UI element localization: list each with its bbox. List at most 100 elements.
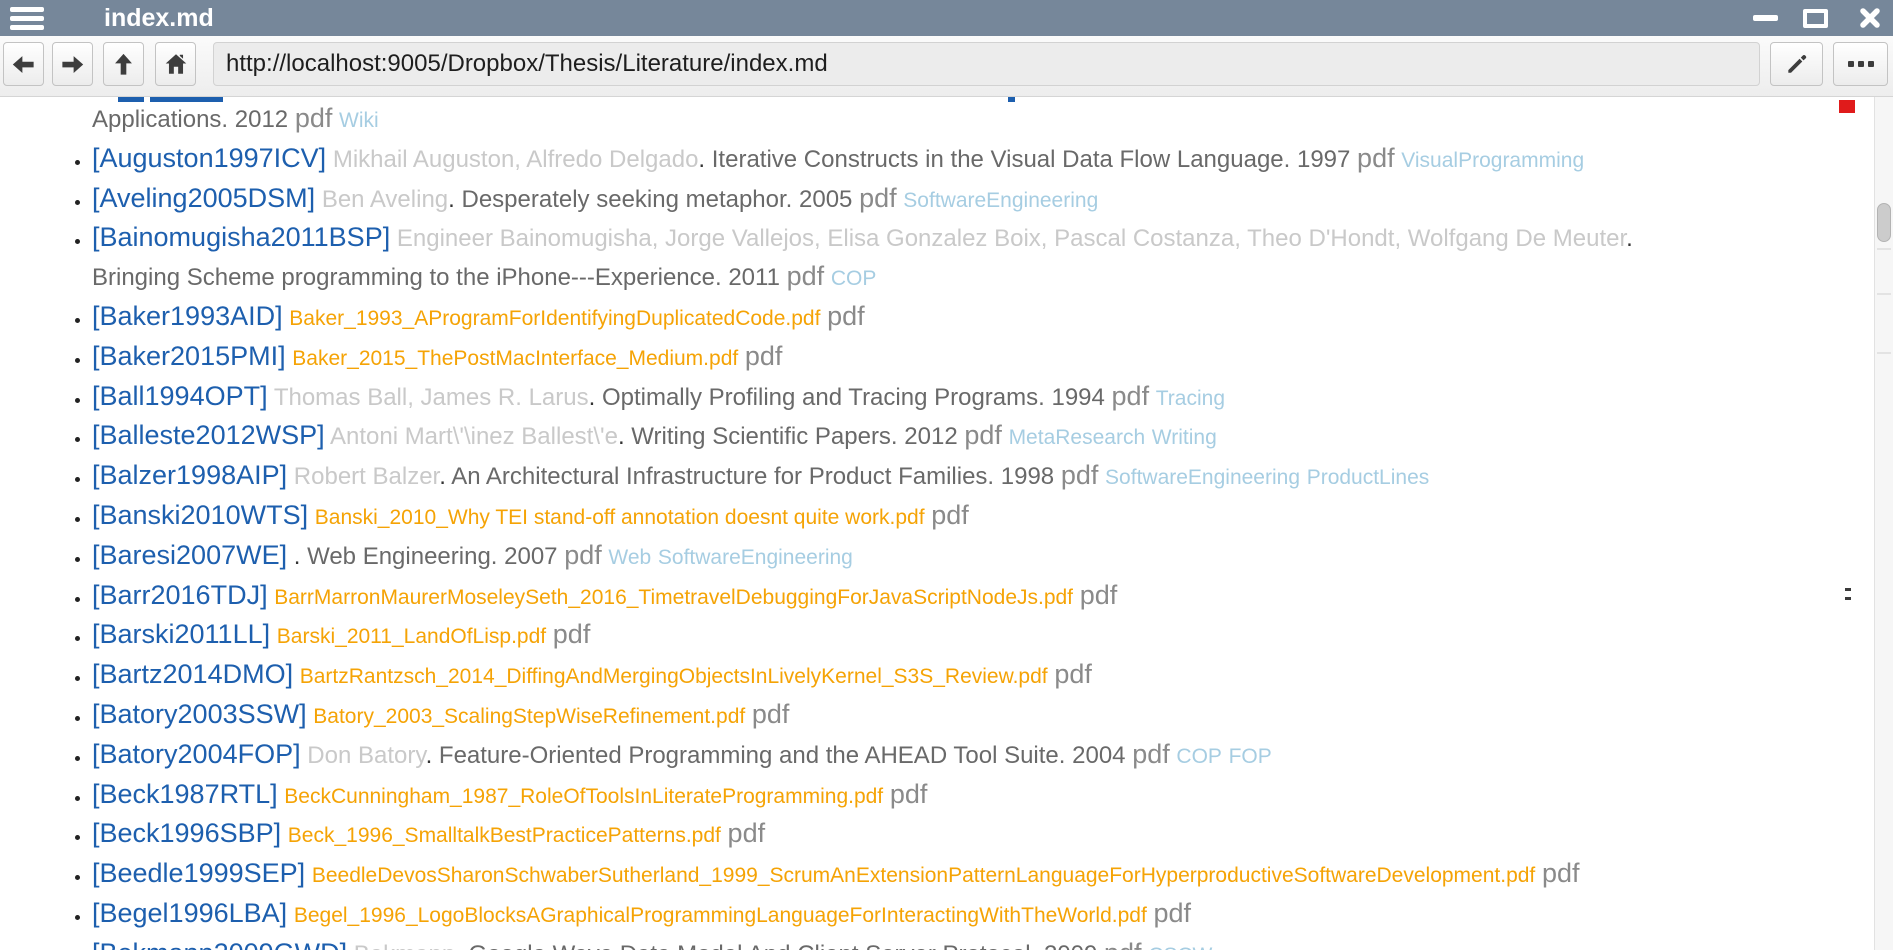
citation-key-link[interactable]: [Batory2003SSW] bbox=[92, 699, 307, 729]
tag-link[interactable]: Wiki bbox=[339, 109, 379, 132]
maximize-button[interactable] bbox=[1803, 0, 1828, 36]
pdf-link[interactable]: pdf bbox=[553, 619, 591, 649]
edit-button[interactable] bbox=[1770, 42, 1823, 86]
citation-key-link[interactable]: [Baker1993AID] bbox=[92, 301, 283, 331]
pdf-link[interactable]: pdf bbox=[890, 779, 928, 809]
pdf-link[interactable]: pdf bbox=[964, 420, 1002, 450]
pdf-link[interactable]: pdf bbox=[1542, 858, 1580, 888]
home-icon bbox=[163, 51, 189, 77]
citation-key-link[interactable]: [Baresi2007WE] bbox=[92, 540, 287, 570]
up-button[interactable] bbox=[103, 42, 144, 86]
tag-link[interactable]: VisualProgramming bbox=[1401, 149, 1584, 172]
pdf-file-link[interactable]: BeedleDevosSharonSchwaberSutherland_1999… bbox=[312, 864, 1535, 887]
pdf-file-link[interactable]: Baker_1993_AProgramForIdentifyingDuplica… bbox=[289, 307, 820, 330]
pdf-file-link[interactable]: BarrMarronMaurerMoseleySeth_2016_Timetra… bbox=[274, 586, 1073, 609]
entry-row: [Batory2003SSW] Batory_2003_ScalingStepW… bbox=[92, 696, 1863, 736]
citation-key-link[interactable]: [Bekmann2009GWD] bbox=[92, 938, 347, 950]
back-button[interactable] bbox=[3, 42, 44, 86]
citation-key-link[interactable]: [Auguston1997ICV] bbox=[92, 143, 326, 173]
window-title: index.md bbox=[104, 4, 214, 33]
citation-key-link[interactable]: [Begel1996LBA] bbox=[92, 898, 287, 928]
entry-authors-period: . bbox=[294, 543, 301, 570]
citation-key-link[interactable]: [Aveling2005DSM] bbox=[92, 183, 315, 213]
citation-key-link[interactable]: [Bartz2014DMO] bbox=[92, 659, 293, 689]
pdf-link[interactable]: pdf bbox=[1357, 143, 1395, 173]
citation-key-link[interactable]: [Baker2015PMI] bbox=[92, 341, 286, 371]
tag-link[interactable]: FOP bbox=[1229, 745, 1272, 768]
pdf-link[interactable]: pdf bbox=[745, 341, 783, 371]
scrollbar-thumb[interactable] bbox=[1877, 203, 1891, 242]
citation-key-link[interactable]: [Barski2011LL] bbox=[92, 619, 270, 649]
minimize-button[interactable] bbox=[1753, 0, 1778, 36]
citation-key-link[interactable]: [Beck1996SBP] bbox=[92, 818, 281, 848]
entry-authors-period: . bbox=[589, 384, 596, 411]
entry-title: Applications. 2012 bbox=[92, 106, 288, 133]
tag-link[interactable]: Tracing bbox=[1156, 387, 1225, 410]
pencil-icon bbox=[1784, 51, 1810, 77]
home-button[interactable] bbox=[155, 42, 196, 86]
citation-key-link[interactable]: [Banski2010WTS] bbox=[92, 500, 308, 530]
entry-authors: Ben Aveling bbox=[322, 186, 448, 213]
citation-key-link[interactable]: [Barr2016TDJ] bbox=[92, 580, 268, 610]
tag-link[interactable]: COP bbox=[831, 267, 877, 290]
pdf-link[interactable]: pdf bbox=[1061, 460, 1099, 490]
vertical-scrollbar[interactable] bbox=[1874, 97, 1893, 950]
more-ellipsis-icon bbox=[1847, 59, 1875, 69]
citation-key-link[interactable]: [Beedle1999SEP] bbox=[92, 858, 305, 888]
entry-authors: Bekmann bbox=[354, 941, 455, 950]
tag-link[interactable]: MetaResearch bbox=[1009, 426, 1146, 449]
entry-list: Applications. 2012 pdf Wiki [Auguston199… bbox=[0, 100, 1893, 950]
pdf-link[interactable]: pdf bbox=[728, 818, 766, 848]
entry-row: [Bekmann2009GWD] Bekmann. Google Wave Da… bbox=[92, 935, 1863, 950]
pdf-link[interactable]: pdf bbox=[564, 540, 602, 570]
pdf-link[interactable]: pdf bbox=[1153, 898, 1191, 928]
pdf-link[interactable]: pdf bbox=[1112, 381, 1150, 411]
forward-button[interactable] bbox=[52, 42, 93, 86]
tag-link[interactable]: Web bbox=[608, 546, 651, 569]
pdf-link[interactable]: pdf bbox=[295, 103, 333, 133]
tag-link[interactable]: SoftwareEngineering bbox=[903, 189, 1098, 212]
citation-key-link[interactable]: [Beck1987RTL] bbox=[92, 779, 278, 809]
pdf-file-link[interactable]: Baker_2015_ThePostMacInterface_Medium.pd… bbox=[292, 347, 738, 370]
entry-year: 2012 bbox=[904, 423, 957, 450]
entry-authors: Don Batory bbox=[307, 742, 425, 769]
entry-title: Feature-Oriented Programming and the AHE… bbox=[439, 742, 1066, 769]
pdf-link[interactable]: pdf bbox=[787, 261, 825, 291]
more-button[interactable] bbox=[1833, 42, 1888, 86]
pdf-link[interactable]: pdf bbox=[1132, 739, 1170, 769]
citation-key-link[interactable]: [Batory2004FOP] bbox=[92, 739, 301, 769]
entry-row: [Batory2004FOP] Don Batory. Feature-Orie… bbox=[92, 736, 1863, 776]
hamburger-menu-icon[interactable] bbox=[10, 7, 44, 30]
pdf-file-link[interactable]: BeckCunningham_1987_RoleOfToolsInLiterat… bbox=[284, 785, 883, 808]
citation-key-link[interactable]: [Ball1994OPT] bbox=[92, 381, 268, 411]
pdf-file-link[interactable]: BartzRantzsch_2014_DiffingAndMergingObje… bbox=[300, 665, 1048, 688]
tag-link[interactable]: SoftwareEngineering bbox=[658, 546, 853, 569]
forward-arrow-icon bbox=[59, 51, 86, 78]
tag-link[interactable]: COP bbox=[1176, 745, 1222, 768]
pdf-link[interactable]: pdf bbox=[1054, 659, 1092, 689]
pdf-file-link[interactable]: Begel_1996_LogoBlocksAGraphicalProgrammi… bbox=[294, 904, 1147, 927]
citation-key-link[interactable]: [Balzer1998AIP] bbox=[92, 460, 287, 490]
pdf-link[interactable]: pdf bbox=[859, 183, 897, 213]
citation-key-link[interactable]: [Balleste2012WSP] bbox=[92, 420, 325, 450]
url-input[interactable] bbox=[213, 42, 1760, 86]
clipped-line-artifact bbox=[118, 97, 144, 102]
document-content: Applications. 2012 pdf Wiki [Auguston199… bbox=[0, 97, 1893, 950]
entry-authors-period: . bbox=[618, 423, 625, 450]
entry-row: [Baker1993AID] Baker_1993_AProgramForIde… bbox=[92, 298, 1863, 338]
pdf-file-link[interactable]: Banski_2010_Why TEI stand-off annotation… bbox=[315, 506, 925, 529]
close-button[interactable] bbox=[1858, 0, 1882, 36]
pdf-link[interactable]: pdf bbox=[1104, 938, 1142, 950]
tag-link[interactable]: SoftwareEngineering bbox=[1105, 466, 1300, 489]
tag-link[interactable]: ProductLines bbox=[1307, 466, 1430, 489]
pdf-link[interactable]: pdf bbox=[827, 301, 865, 331]
tag-link[interactable]: CSCW bbox=[1148, 944, 1212, 950]
pdf-file-link[interactable]: Beck_1996_SmalltalkBestPracticePatterns.… bbox=[288, 824, 721, 847]
citation-key-link[interactable]: [Bainomugisha2011BSP] bbox=[92, 222, 390, 252]
pdf-link[interactable]: pdf bbox=[752, 699, 790, 729]
pdf-file-link[interactable]: Batory_2003_ScalingStepWiseRefinement.pd… bbox=[313, 705, 745, 728]
tag-link[interactable]: Writing bbox=[1152, 426, 1217, 449]
pdf-link[interactable]: pdf bbox=[931, 500, 969, 530]
pdf-file-link[interactable]: Barski_2011_LandOfLisp.pdf bbox=[277, 625, 546, 648]
pdf-link[interactable]: pdf bbox=[1080, 580, 1118, 610]
